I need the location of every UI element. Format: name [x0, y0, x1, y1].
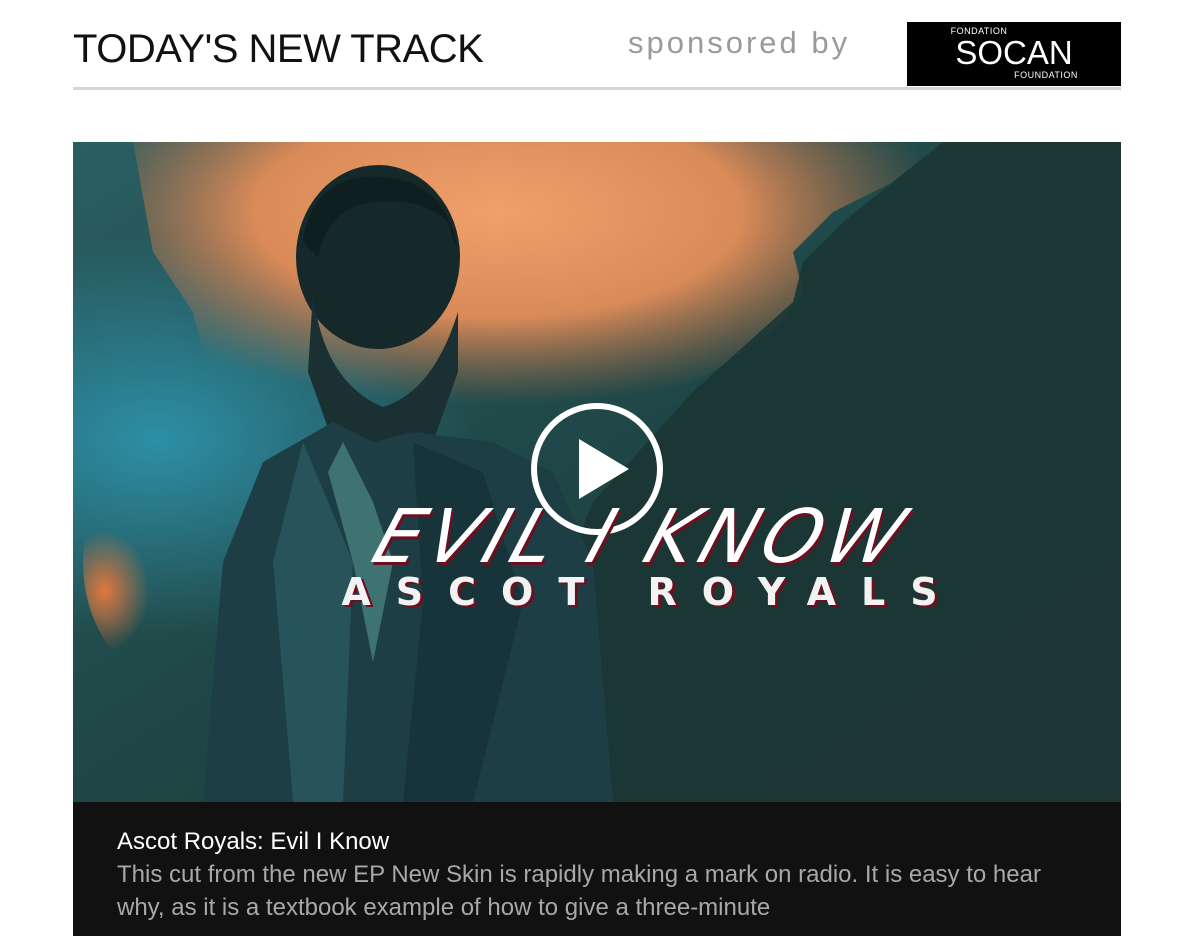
- track-caption: Ascot Royals: Evil I Know This cut from …: [73, 802, 1121, 936]
- video-player[interactable]: EVIL I KNOW ASCOT ROYALS: [73, 142, 1121, 802]
- logo-foundation-text: FOUNDATION: [1014, 70, 1078, 80]
- track-title: Ascot Royals: Evil I Know: [117, 828, 390, 855]
- socan-foundation-logo[interactable]: FONDATION SOCAN FOUNDATION: [907, 22, 1121, 86]
- logo-socan-text: SOCAN: [955, 34, 1073, 71]
- track-description: This cut from the new EP New Skin is rap…: [117, 861, 1041, 921]
- song-title-artwork: EVIL I KNOW: [362, 494, 922, 580]
- artist-name-artwork: ASCOT ROYALS: [341, 570, 963, 614]
- page-title: TODAY'S NEW TRACK: [73, 27, 484, 71]
- sponsored-by-label: sponsored by: [628, 25, 851, 60]
- header: TODAY'S NEW TRACK sponsored by FONDATION…: [73, 0, 1121, 90]
